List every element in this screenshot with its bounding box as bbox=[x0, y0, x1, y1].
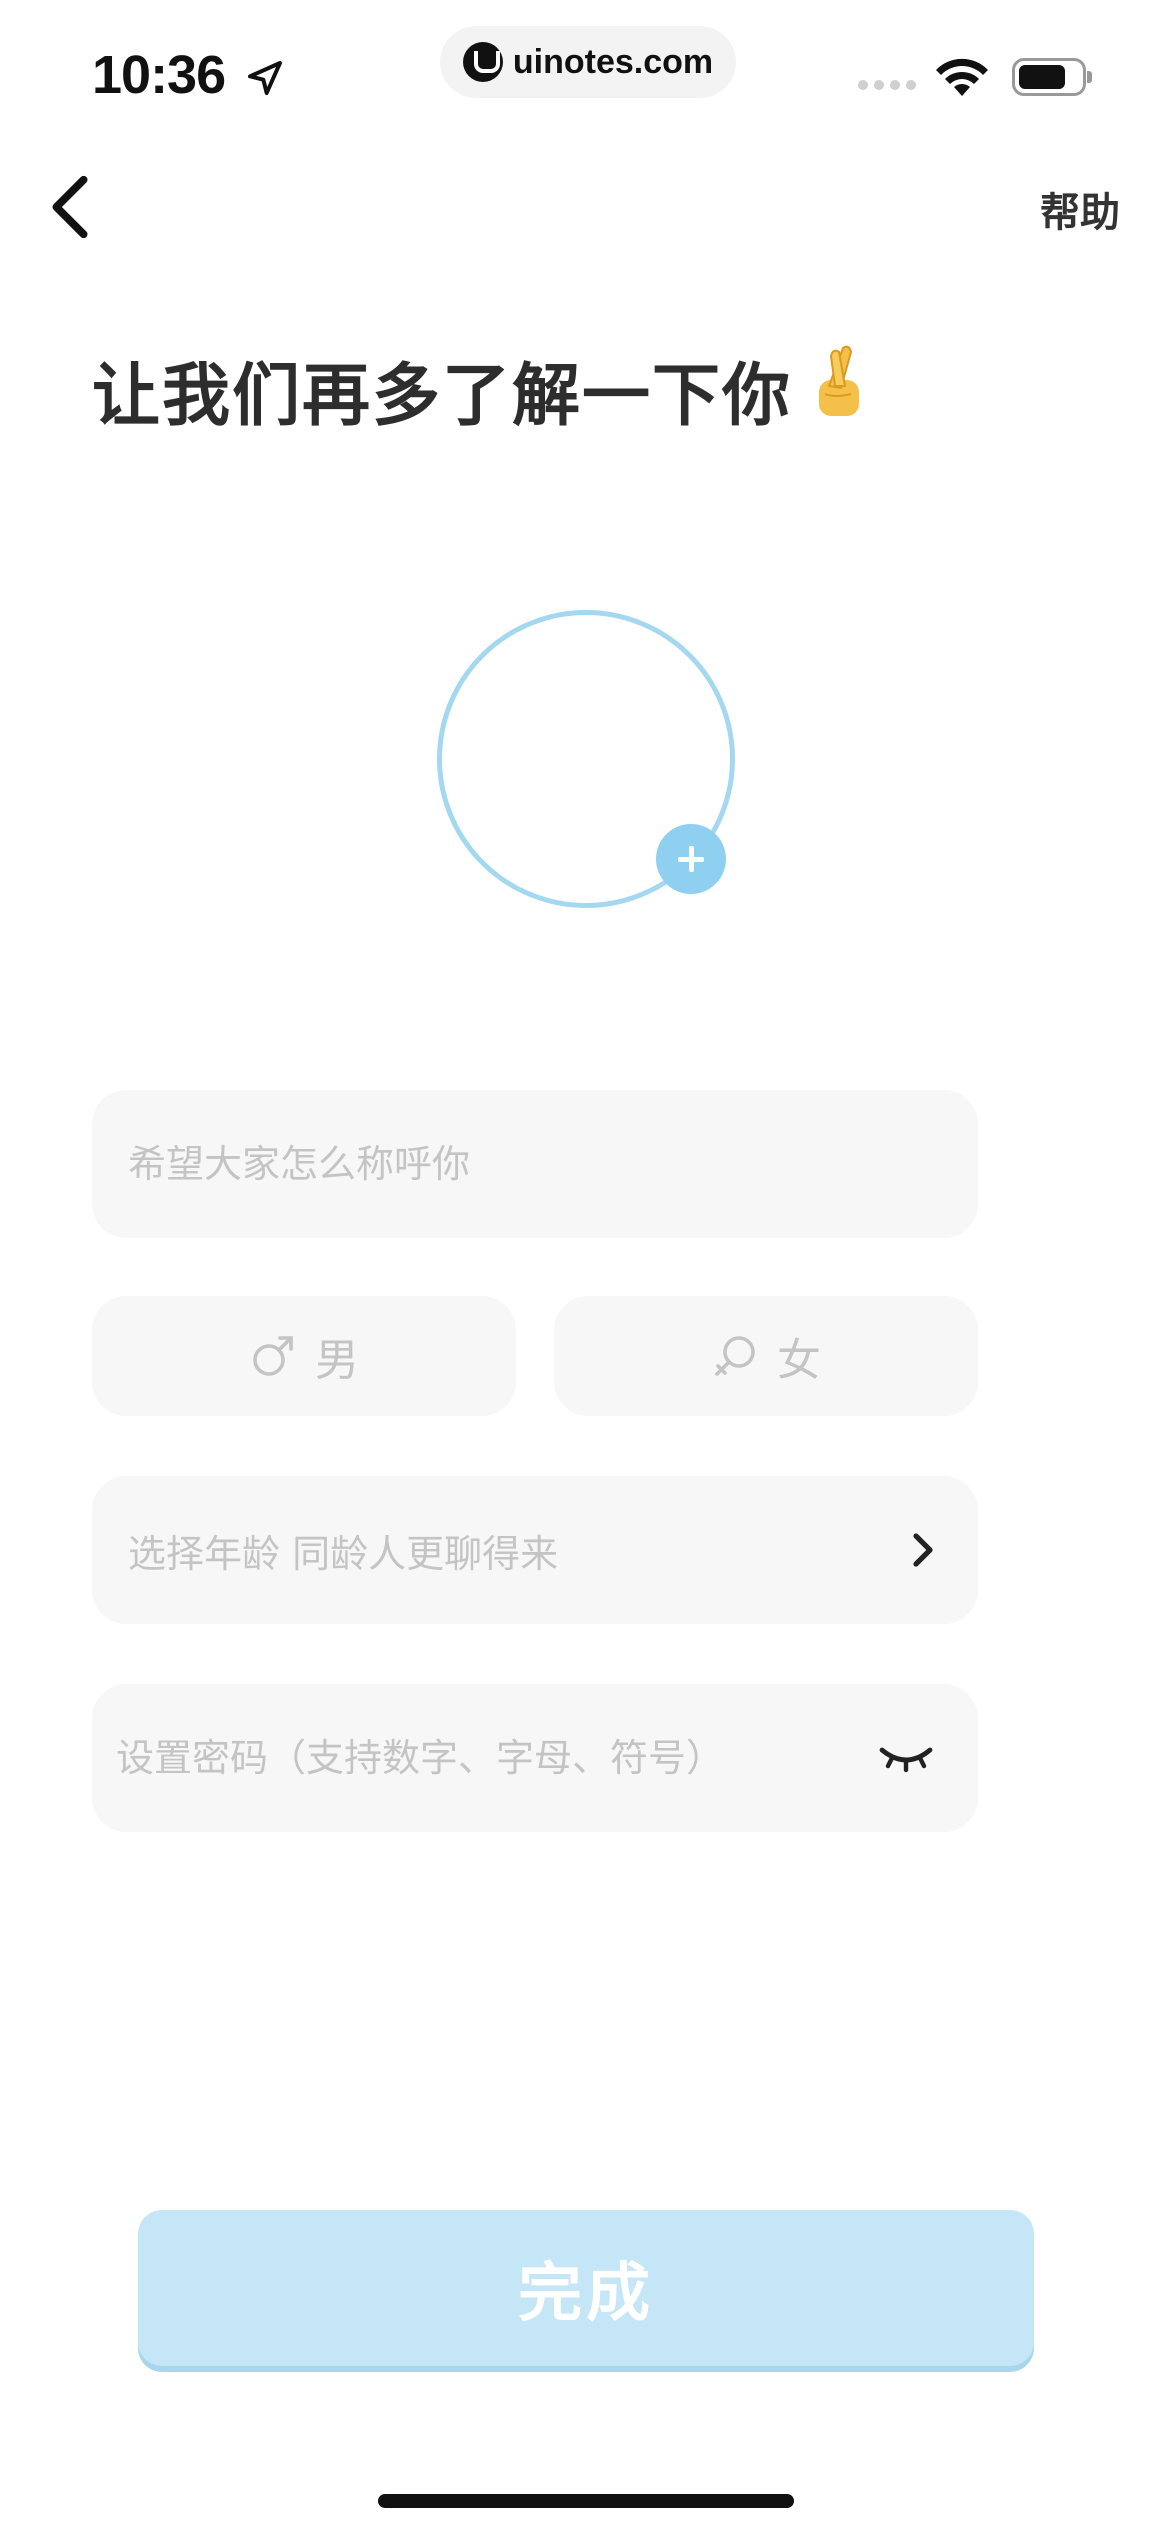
gender-female-button[interactable]: 女 bbox=[554, 1296, 978, 1416]
signal-icon bbox=[858, 80, 916, 90]
age-selector[interactable]: 选择年龄 同龄人更聊得来 bbox=[92, 1476, 978, 1624]
add-avatar-button[interactable] bbox=[656, 824, 726, 894]
male-symbol-icon bbox=[253, 1336, 293, 1376]
gender-male-button[interactable]: 男 bbox=[92, 1296, 516, 1416]
page-title: 让我们再多了解一下你 bbox=[92, 357, 793, 436]
password-input[interactable] bbox=[92, 1736, 876, 1780]
location-arrow-icon bbox=[248, 61, 282, 95]
age-placeholder: 选择年龄 同龄人更聊得来 bbox=[128, 1531, 559, 1576]
nickname-field[interactable] bbox=[92, 1090, 978, 1238]
done-button[interactable]: 完成 bbox=[138, 2210, 1034, 2366]
chevron-right-icon bbox=[913, 1533, 933, 1567]
url-text: uinotes.com bbox=[512, 42, 714, 81]
gender-female-label: 女 bbox=[777, 1335, 821, 1386]
help-button[interactable]: 帮助 bbox=[1040, 180, 1120, 238]
home-indicator bbox=[378, 2494, 794, 2508]
battery-icon bbox=[1012, 58, 1092, 96]
status-time: 10:36 bbox=[92, 45, 226, 105]
url-bar[interactable]: uinotes.com bbox=[440, 26, 736, 98]
crossed-fingers-icon bbox=[819, 345, 859, 416]
back-chevron-icon[interactable] bbox=[40, 172, 100, 242]
site-logo-icon bbox=[462, 42, 503, 82]
wifi-icon bbox=[936, 58, 988, 96]
password-field[interactable] bbox=[92, 1684, 978, 1832]
eye-closed-icon[interactable] bbox=[876, 1738, 936, 1778]
gender-male-label: 男 bbox=[315, 1335, 359, 1386]
nickname-input[interactable] bbox=[92, 1142, 978, 1186]
female-symbol-icon bbox=[715, 1336, 755, 1376]
